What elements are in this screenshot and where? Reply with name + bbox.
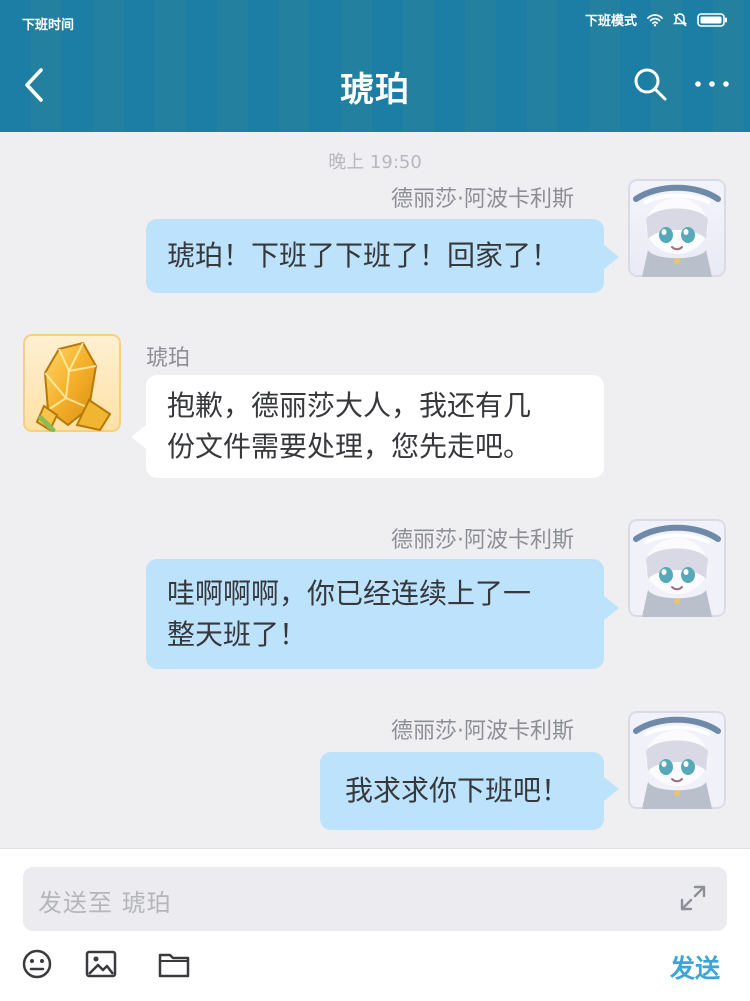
send-button[interactable]: 发送 bbox=[670, 949, 720, 985]
more-icon[interactable] bbox=[694, 80, 730, 88]
message-text-line: 哇啊啊啊，你已经连续上了一 bbox=[167, 577, 532, 610]
folder-icon[interactable] bbox=[157, 947, 191, 981]
expand-icon[interactable] bbox=[679, 884, 707, 912]
emoji-icon[interactable] bbox=[20, 947, 54, 981]
avatar[interactable] bbox=[23, 334, 121, 432]
wifi-icon bbox=[647, 13, 663, 26]
message-compose-area: 发送至 琥珀 发送 bbox=[0, 848, 750, 1001]
theresa-avatar-icon bbox=[628, 179, 726, 277]
message-input[interactable]: 发送至 琥珀 bbox=[23, 867, 727, 931]
sender-name: 琥珀 bbox=[146, 346, 191, 371]
theresa-avatar-icon bbox=[628, 711, 726, 809]
battery-icon bbox=[697, 12, 727, 27]
avatar[interactable] bbox=[628, 179, 726, 277]
status-bar-label: 下班时间 bbox=[22, 18, 75, 33]
image-icon[interactable] bbox=[84, 947, 118, 981]
bubble-tail bbox=[604, 777, 619, 801]
theresa-avatar-icon bbox=[628, 519, 726, 617]
amber-avatar-icon bbox=[23, 334, 121, 432]
message-timestamp: 晚上 19:50 bbox=[328, 152, 422, 173]
bubble-tail bbox=[604, 596, 619, 620]
message-text-line: 份文件需要处理，您先走吧。 bbox=[167, 430, 532, 463]
message-bubble: 琥珀！下班了下班了！回家了！ bbox=[146, 219, 604, 293]
message-input-placeholder: 发送至 琥珀 bbox=[38, 889, 172, 917]
mute-icon bbox=[673, 12, 687, 27]
message-text: 我求求你下班吧！ bbox=[345, 774, 570, 807]
avatar[interactable] bbox=[628, 519, 726, 617]
status-bar-right: 下班模式 bbox=[585, 10, 728, 29]
status-mode-label: 下班模式 bbox=[584, 14, 637, 29]
message-text-line: 抱歉，德丽莎大人，我还有几 bbox=[167, 389, 532, 422]
bubble-tail bbox=[131, 425, 146, 449]
message-bubble: 我求求你下班吧！ bbox=[320, 752, 604, 830]
sender-name: 德丽莎·阿波卡利斯 bbox=[391, 719, 574, 744]
message-bubble: 哇啊啊啊，你已经连续上了一 整天班了！ bbox=[146, 559, 604, 669]
search-icon[interactable] bbox=[632, 66, 668, 102]
message-bubble: 抱歉，德丽莎大人，我还有几 份文件需要处理，您先走吧。 bbox=[146, 375, 604, 478]
bubble-tail bbox=[604, 245, 619, 269]
sender-name: 德丽莎·阿波卡利斯 bbox=[391, 528, 574, 553]
message-text-line: 整天班了！ bbox=[167, 618, 308, 651]
avatar[interactable] bbox=[628, 711, 726, 809]
message-text: 琥珀！下班了下班了！回家了！ bbox=[167, 239, 560, 272]
chat-header: 下班时间 下班模式 琥珀 bbox=[0, 0, 750, 132]
sender-name: 德丽莎·阿波卡利斯 bbox=[391, 187, 574, 212]
